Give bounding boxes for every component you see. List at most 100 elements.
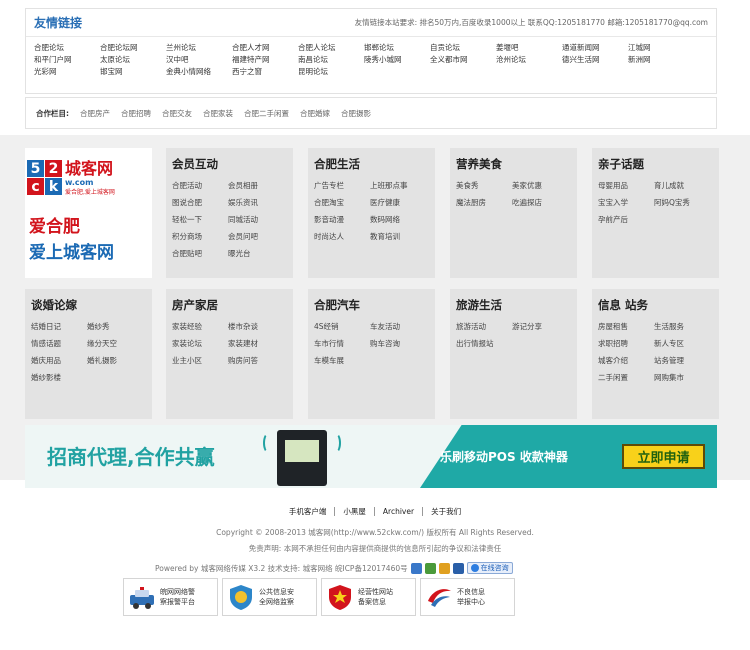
category-link[interactable]: 楼市杂谈 bbox=[228, 321, 284, 332]
category-link[interactable]: 城客介绍 bbox=[598, 355, 654, 366]
partner-link[interactable]: 合肥婚嫁 bbox=[300, 108, 330, 119]
friend-link[interactable]: 西宁之窗 bbox=[232, 67, 298, 77]
friend-link[interactable]: 新洲网 bbox=[628, 55, 694, 65]
friend-link[interactable]: 兰州论坛 bbox=[166, 43, 232, 53]
friend-link[interactable]: 姜堰吧 bbox=[496, 43, 562, 53]
footer-nav-link[interactable]: 手机客户端 bbox=[281, 507, 336, 516]
badge-business-record[interactable]: 经营性网站 备案信息 bbox=[321, 578, 416, 616]
friend-link[interactable]: 合肥论坛 bbox=[34, 43, 100, 53]
badge-security-monitor[interactable]: 公共信息安 全网络监察 bbox=[222, 578, 317, 616]
category-link[interactable]: 同城活动 bbox=[228, 214, 284, 225]
category-link[interactable]: 家装经验 bbox=[172, 321, 228, 332]
partner-link[interactable]: 合肥二手闲置 bbox=[244, 108, 289, 119]
partner-link[interactable]: 合肥房产 bbox=[80, 108, 110, 119]
friend-link[interactable]: 和平门户网 bbox=[34, 55, 100, 65]
category-link[interactable]: 上班那点事 bbox=[370, 180, 426, 191]
site-logo[interactable]: 5 2 c k 城客网 w.com 爱合肥,爱上城客网 爱合肥 爱上城客网 bbox=[25, 148, 152, 278]
category-title[interactable]: 旅游生活 bbox=[456, 297, 577, 313]
category-link[interactable]: 购房问答 bbox=[228, 355, 284, 366]
friend-link[interactable]: 德兴生活网 bbox=[562, 55, 628, 65]
category-link[interactable]: 合肥活动 bbox=[172, 180, 228, 191]
friend-link[interactable]: 江城网 bbox=[628, 43, 694, 53]
friend-link[interactable]: 邯郸论坛 bbox=[364, 43, 430, 53]
footer-nav-link[interactable]: 关于我们 bbox=[423, 507, 469, 516]
category-link[interactable]: 情感话题 bbox=[31, 338, 87, 349]
category-link[interactable]: 家装论坛 bbox=[172, 338, 228, 349]
category-title[interactable]: 合肥生活 bbox=[314, 156, 435, 172]
category-link[interactable]: 站务管理 bbox=[654, 355, 710, 366]
category-link[interactable]: 旅游活动 bbox=[456, 321, 512, 332]
category-link[interactable]: 美食秀 bbox=[456, 180, 512, 191]
category-link[interactable]: 曝光台 bbox=[228, 248, 284, 259]
category-link[interactable]: 车模车展 bbox=[314, 355, 370, 366]
category-link[interactable]: 魔法厨房 bbox=[456, 197, 512, 208]
credit-icon[interactable] bbox=[424, 562, 436, 574]
category-link[interactable]: 图说合肥 bbox=[172, 197, 228, 208]
online-consult-button[interactable]: 在线咨询 bbox=[466, 562, 513, 574]
category-link[interactable]: 轻松一下 bbox=[172, 214, 228, 225]
category-link[interactable]: 求职招聘 bbox=[598, 338, 654, 349]
partner-link[interactable]: 合肥招聘 bbox=[121, 108, 151, 119]
category-link[interactable]: 婚庆用品 bbox=[31, 355, 87, 366]
category-link[interactable]: 房屋租售 bbox=[598, 321, 654, 332]
category-link[interactable]: 影音动漫 bbox=[314, 214, 370, 225]
category-link[interactable]: 婚纱秀 bbox=[87, 321, 143, 332]
friend-link[interactable]: 南昌论坛 bbox=[298, 55, 364, 65]
category-title[interactable]: 谈婚论嫁 bbox=[31, 297, 152, 313]
category-link[interactable]: 车友活动 bbox=[370, 321, 426, 332]
friend-link[interactable]: 光彩网 bbox=[34, 67, 100, 77]
category-link[interactable]: 吃遍探店 bbox=[512, 197, 568, 208]
category-link[interactable]: 结婚日记 bbox=[31, 321, 87, 332]
category-link[interactable]: 美家优惠 bbox=[512, 180, 568, 191]
friend-link[interactable]: 通道新闻网 bbox=[562, 43, 628, 53]
category-link[interactable]: 会员问吧 bbox=[228, 231, 284, 242]
category-link[interactable]: 业主小区 bbox=[172, 355, 228, 366]
friend-link[interactable]: 合肥人论坛 bbox=[298, 43, 364, 53]
apply-now-button[interactable]: 立即申请 bbox=[622, 444, 705, 469]
category-link[interactable]: 网购集市 bbox=[654, 372, 710, 383]
category-link[interactable]: 新人专区 bbox=[654, 338, 710, 349]
promo-banner[interactable]: 招商代理,合作共赢 乐刷移动POS 收款神器 立即申请 bbox=[25, 425, 717, 488]
friend-link[interactable]: 全义都市网 bbox=[430, 55, 496, 65]
category-link[interactable]: 合肥贴吧 bbox=[172, 248, 228, 259]
friend-link[interactable]: 邯宝网 bbox=[100, 67, 166, 77]
category-link[interactable]: 缘分天空 bbox=[87, 338, 143, 349]
footer-nav-link[interactable]: Archiver bbox=[375, 507, 424, 516]
category-title[interactable]: 会员互动 bbox=[172, 156, 293, 172]
category-link[interactable]: 会员相册 bbox=[228, 180, 284, 191]
friend-link[interactable]: 合肥人才网 bbox=[232, 43, 298, 53]
category-link[interactable]: 生活服务 bbox=[654, 321, 710, 332]
security-icon[interactable] bbox=[410, 562, 422, 574]
category-link[interactable]: 育儿成就 bbox=[654, 180, 710, 191]
category-link[interactable]: 购车咨询 bbox=[370, 338, 426, 349]
category-link[interactable]: 广告专栏 bbox=[314, 180, 370, 191]
trust-icon[interactable] bbox=[438, 562, 450, 574]
category-link[interactable]: 婚纱影楼 bbox=[31, 372, 87, 383]
footer-nav-link[interactable]: 小黑屋 bbox=[335, 507, 375, 516]
badge-police-report[interactable]: 皖网网络警 察报警平台 bbox=[123, 578, 218, 616]
partner-link[interactable]: 合肥家装 bbox=[203, 108, 233, 119]
category-link[interactable]: 4S经销 bbox=[314, 321, 370, 332]
category-link[interactable]: 母婴用品 bbox=[598, 180, 654, 191]
category-link[interactable]: 时尚达人 bbox=[314, 231, 370, 242]
category-link[interactable]: 医疗健康 bbox=[370, 197, 426, 208]
category-link[interactable]: 数码网络 bbox=[370, 214, 426, 225]
category-title[interactable]: 房产家居 bbox=[172, 297, 293, 313]
category-link[interactable]: 家装建材 bbox=[228, 338, 284, 349]
category-link[interactable]: 合肥淘宝 bbox=[314, 197, 370, 208]
category-link[interactable]: 宝宝入学 bbox=[598, 197, 654, 208]
category-link[interactable]: 阿妈Q宝秀 bbox=[654, 197, 710, 208]
friend-link[interactable]: 沧州论坛 bbox=[496, 55, 562, 65]
friend-link[interactable]: 福建特产网 bbox=[232, 55, 298, 65]
partner-link[interactable]: 合肥交友 bbox=[162, 108, 192, 119]
category-link[interactable]: 孕前产后 bbox=[598, 214, 654, 225]
friend-link[interactable]: 陵秀小城网 bbox=[364, 55, 430, 65]
category-link[interactable]: 二手闲置 bbox=[598, 372, 654, 383]
category-link[interactable]: 车市行情 bbox=[314, 338, 370, 349]
friend-link[interactable]: 昆明论坛 bbox=[298, 67, 364, 77]
category-link[interactable]: 教育培训 bbox=[370, 231, 426, 242]
shield-icon[interactable] bbox=[452, 562, 464, 574]
category-title[interactable]: 信息 站务 bbox=[598, 297, 719, 313]
category-title[interactable]: 合肥汽车 bbox=[314, 297, 435, 313]
category-link[interactable]: 游记分享 bbox=[512, 321, 568, 332]
